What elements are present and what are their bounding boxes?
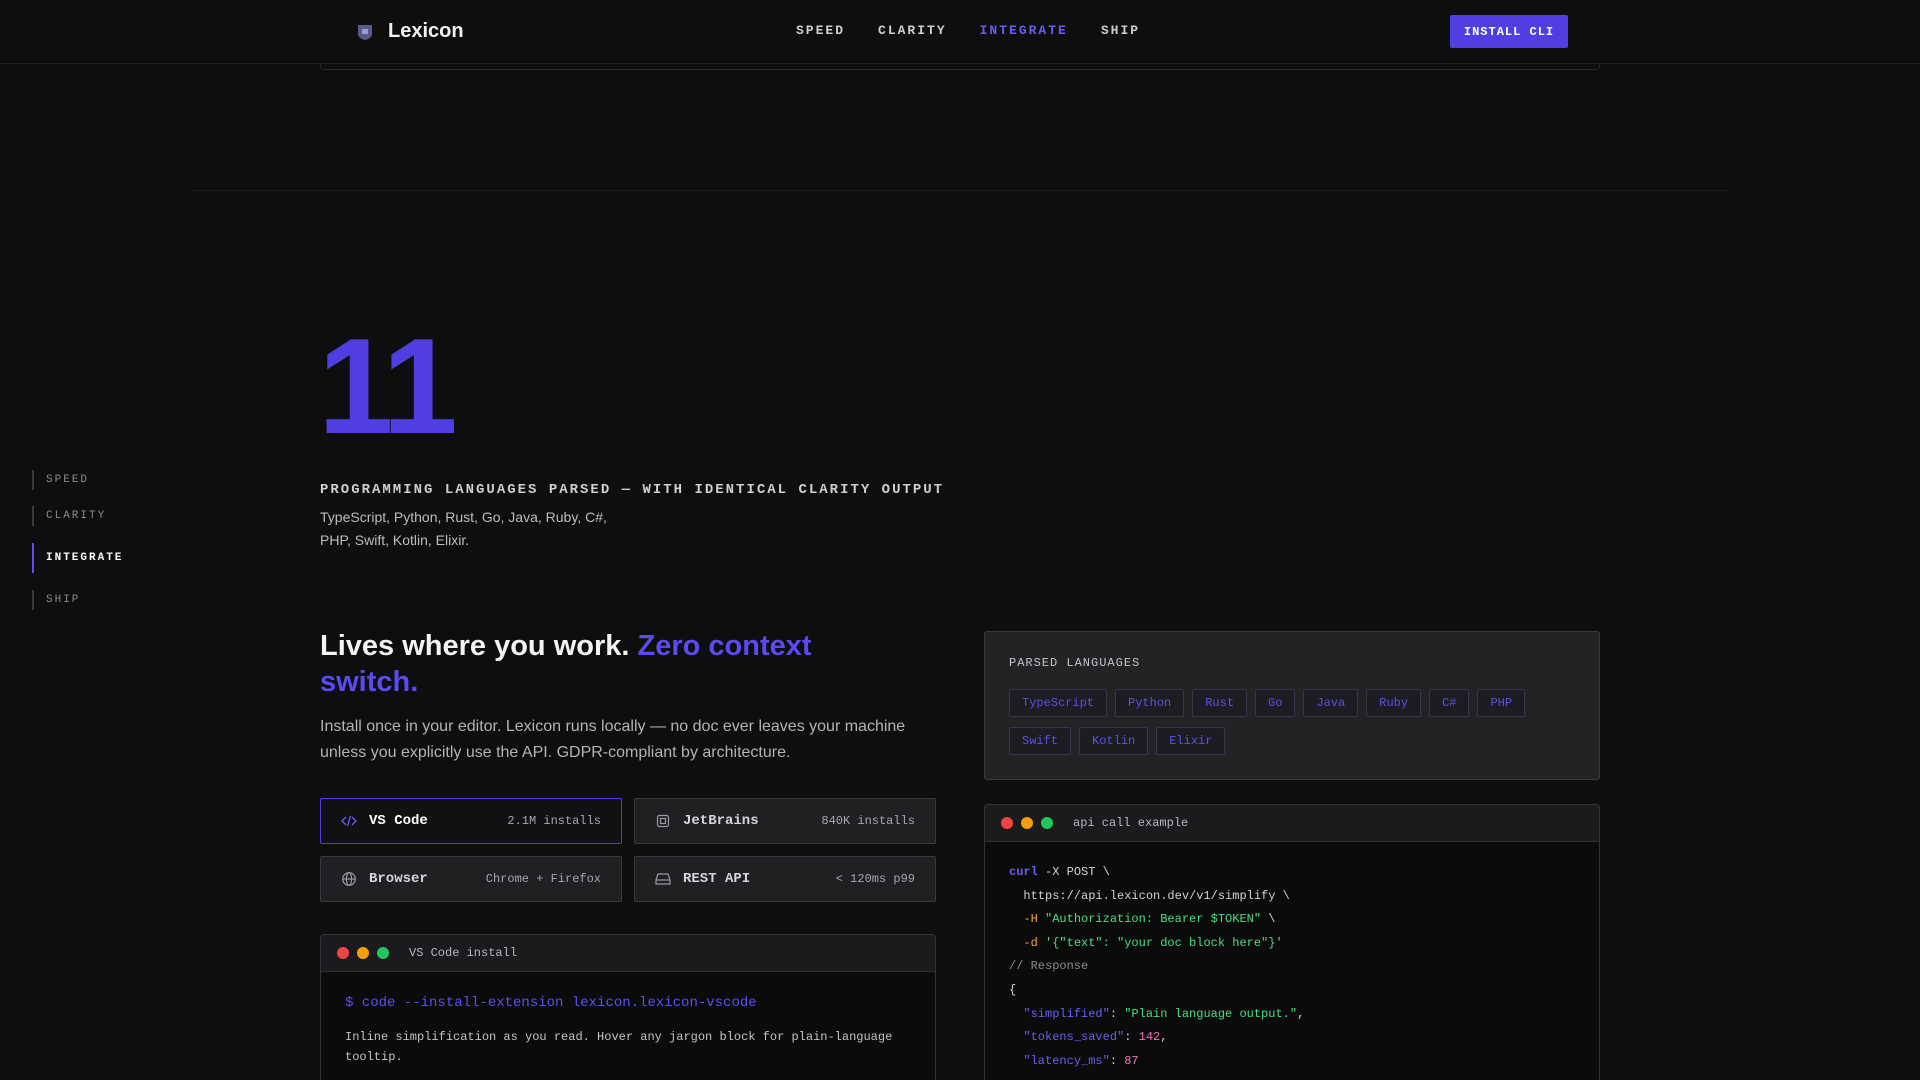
section-divider: [190, 190, 1730, 191]
install-cli-button[interactable]: INSTALL CLI: [1450, 15, 1568, 48]
integration-meta: 2.1M installs: [507, 814, 601, 828]
terminal-title: api call example: [1073, 816, 1189, 830]
integration-name: REST API: [683, 871, 751, 887]
integration-name: Browser: [369, 871, 428, 887]
stat-description: TypeScript, Python, Rust, Go, Java, Ruby…: [320, 506, 640, 552]
minimize-dot-icon: [1021, 817, 1033, 829]
top-navbar: Lexicon SPEED CLARITY INTEGRATE SHIP INS…: [0, 0, 1920, 64]
terminal-titlebar: api call example: [985, 805, 1599, 842]
brand-name: Lexicon: [388, 20, 464, 42]
api-code-block: curl -X POST \ https://api.lexicon.dev/v…: [1009, 861, 1304, 1073]
language-chip: Rust: [1192, 689, 1248, 717]
code-key: "simplified": [1023, 1006, 1110, 1021]
install-note: Inline simplification as you read. Hover…: [345, 1030, 893, 1064]
integration-meta: 840K installs: [821, 814, 915, 828]
terminal-titlebar: VS Code install: [321, 935, 935, 972]
language-chip: TypeScript: [1009, 689, 1108, 717]
code-line: https://api.lexicon.dev/v1/simplify \: [1009, 888, 1290, 903]
chip-icon: [656, 814, 670, 828]
integration-meta: Chrome + Firefox: [485, 872, 601, 886]
close-dot-icon: [1001, 817, 1013, 829]
language-chip: C#: [1429, 689, 1470, 717]
stat-label: PROGRAMMING LANGUAGES PARSED — WITH IDEN…: [320, 482, 945, 498]
code-line: "simplified": "Plain language output.",: [1023, 1006, 1305, 1021]
language-chips: TypeScript Python Rust Go Java Ruby C# P…: [1009, 689, 1569, 755]
minimize-dot-icon: [357, 947, 369, 959]
headline-plain: Lives where you work.: [320, 630, 630, 662]
integration-name: VS Code: [369, 813, 428, 829]
code-text: -X POST \: [1037, 865, 1110, 879]
sidenav-speed[interactable]: SPEED: [32, 470, 89, 490]
code-keyword: curl: [1009, 865, 1038, 879]
nav-speed[interactable]: SPEED: [796, 23, 845, 38]
stat-description-line: TypeScript, Python, Rust, Go, Java, Ruby…: [320, 509, 607, 525]
code-line: curl -X POST \: [1009, 861, 1304, 885]
integration-card-rest-api[interactable]: REST API < 120ms p99: [634, 856, 936, 902]
code-line: -d '{"text": "your doc block here"}': [1009, 932, 1304, 956]
shield-logo-icon: [358, 24, 372, 40]
language-chip: Kotlin: [1079, 727, 1149, 755]
code-comment: // Response: [1009, 959, 1089, 974]
install-command[interactable]: $ code --install-extension lexicon.lexic…: [345, 995, 757, 1011]
language-chip: Python: [1115, 689, 1185, 717]
code-line: "latency_ms": 87: [1023, 1053, 1139, 1068]
language-chip: Java: [1303, 689, 1359, 717]
nav-ship[interactable]: SHIP: [1101, 23, 1140, 38]
parsed-languages-panel: PARSED LANGUAGES TypeScript Python Rust …: [984, 631, 1600, 780]
sidenav-clarity[interactable]: CLARITY: [32, 506, 106, 526]
integration-meta: < 120ms p99: [835, 872, 915, 886]
language-chip: Ruby: [1366, 689, 1422, 717]
integration-card-vscode[interactable]: VS Code 2.1M installs: [320, 798, 622, 844]
sidenav-ship[interactable]: SHIP: [32, 590, 80, 610]
globe-icon: [342, 872, 356, 886]
stat-description-line: PHP, Swift, Kotlin, Elixir.: [320, 532, 470, 548]
server-icon: [655, 873, 671, 885]
code-number: 142: [1138, 1030, 1161, 1045]
brand[interactable]: Lexicon: [356, 20, 464, 43]
code-key: "tokens_saved": [1023, 1030, 1125, 1045]
section-lede: Install once in your editor. Lexicon run…: [320, 718, 906, 761]
nav-integrate[interactable]: INTEGRATE: [980, 23, 1068, 38]
language-chip: Elixir: [1156, 727, 1226, 755]
integration-card-browser[interactable]: Browser Chrome + Firefox: [320, 856, 622, 902]
sidenav-integrate[interactable]: INTEGRATE: [32, 543, 123, 573]
code-icon: [341, 815, 357, 827]
code-string: "Plain language output.": [1124, 1006, 1298, 1021]
stat-number: 11: [318, 310, 458, 462]
nav-clarity[interactable]: CLARITY: [878, 23, 947, 38]
code-flag: -d: [1023, 935, 1038, 950]
maximize-dot-icon: [1041, 817, 1053, 829]
code-string: '{"text": "your doc block here"}': [1045, 935, 1283, 950]
code-number: 87: [1124, 1053, 1139, 1068]
api-call-terminal: api call example curl -X POST \ https://…: [984, 804, 1600, 1080]
panel-title: PARSED LANGUAGES: [1009, 656, 1141, 670]
maximize-dot-icon: [377, 947, 389, 959]
language-chip: Go: [1255, 689, 1296, 717]
code-line: -H "Authorization: Bearer $TOKEN" \: [1023, 912, 1276, 927]
integration-name: JetBrains: [683, 813, 759, 829]
code-key: "latency_ms": [1023, 1053, 1110, 1068]
section-headline: Lives where you work. Zero context switc…: [320, 628, 880, 700]
code-line: {: [1009, 982, 1017, 997]
integration-card-jetbrains[interactable]: JetBrains 840K installs: [634, 798, 936, 844]
code-flag: -H: [1023, 912, 1038, 927]
language-chip: Swift: [1009, 727, 1072, 755]
language-chip: PHP: [1477, 689, 1526, 717]
code-string: "Authorization: Bearer $TOKEN": [1045, 912, 1262, 927]
close-dot-icon: [337, 947, 349, 959]
main-nav: SPEED CLARITY INTEGRATE SHIP: [796, 23, 1140, 38]
code-line: "tokens_saved": 142,: [1023, 1030, 1168, 1045]
terminal-title: VS Code install: [409, 946, 518, 960]
vscode-install-terminal: VS Code install $ code --install-extensi…: [320, 934, 936, 1080]
